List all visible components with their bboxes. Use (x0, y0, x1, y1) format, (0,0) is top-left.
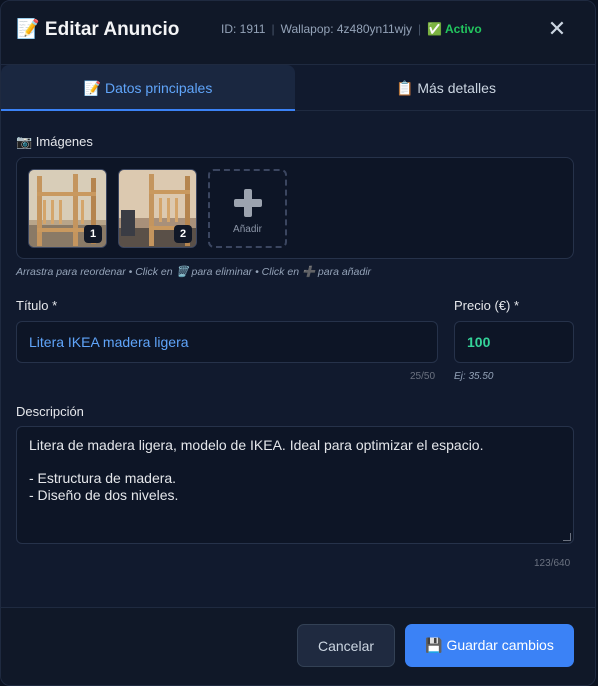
status-badge: ✅ Activo (427, 22, 482, 36)
ad-id: ID: 1911 (221, 22, 266, 36)
image-thumbnail[interactable]: 1 (28, 169, 107, 248)
description-textarea[interactable]: Litera de madera ligera, modelo de IKEA.… (16, 426, 574, 544)
image-thumbnail[interactable]: 2 (118, 169, 197, 248)
title-label: Título * (16, 298, 58, 313)
image-index-badge: 1 (84, 225, 102, 243)
modal-header: 📝 Editar Anuncio ID: 1911 | Wallapop: 4z48… (1, 1, 595, 65)
resize-handle-icon[interactable] (563, 533, 571, 541)
meta-separator: | (418, 22, 422, 36)
tab-main-data[interactable]: 📝 Datos principales (1, 65, 295, 111)
meta-separator: | (271, 22, 275, 36)
description-char-counter: 123/640 (534, 558, 571, 569)
title-char-counter: 25/50 (410, 371, 436, 382)
description-label: Descripción (16, 404, 84, 419)
cancel-button[interactable]: Cancelar (297, 624, 395, 667)
ad-meta: ID: 1911 | Wallapop: 4z480yn11wjy | ✅ Activo (221, 22, 482, 36)
add-image-label: Añadir (233, 224, 262, 235)
images-label: 📷 Imágenes (16, 134, 93, 149)
save-changes-button[interactable]: 💾 Guardar cambios (405, 624, 574, 667)
price-input[interactable]: 100 (454, 321, 574, 363)
close-icon[interactable]: ✕ (545, 17, 569, 41)
title-input[interactable]: Litera IKEA madera ligera (16, 321, 438, 363)
tab-bar: 📝 Datos principales 📋 Más detalles (1, 65, 595, 111)
images-hint: Arrastra para reordenar • Click en 🗑️ pa… (16, 266, 372, 278)
wallapop-id: Wallapop: 4z480yn11wjy (280, 22, 413, 36)
plus-icon (234, 189, 262, 217)
modal-footer: Cancelar 💾 Guardar cambios (1, 607, 595, 685)
image-index-badge: 2 (174, 225, 192, 243)
edit-ad-modal: 📝 Editar Anuncio ID: 1911 | Wallapop: 4z48… (0, 0, 596, 686)
images-gallery: 1 2 Añadir (16, 157, 574, 259)
price-label: Precio (€) * (454, 298, 520, 313)
modal-title: 📝 Editar Anuncio (16, 19, 180, 40)
price-example-hint: Ej: 35.50 (454, 371, 494, 382)
tab-more-details[interactable]: 📋 Más detalles (295, 65, 595, 111)
description-text: Litera de madera ligera, modelo de IKEA.… (29, 437, 484, 503)
add-image-button[interactable]: Añadir (208, 169, 287, 248)
